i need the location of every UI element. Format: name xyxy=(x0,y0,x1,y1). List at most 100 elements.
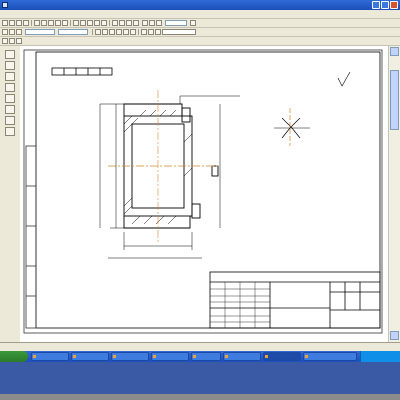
taskbar-item[interactable] xyxy=(223,352,261,361)
coordinate-x-field[interactable] xyxy=(25,29,55,35)
zoom-field[interactable] xyxy=(165,20,187,26)
scroll-up-icon[interactable] xyxy=(390,47,399,56)
properties-icon[interactable] xyxy=(112,20,118,26)
snap-icon[interactable] xyxy=(2,29,8,35)
print-icon[interactable] xyxy=(23,20,29,26)
title-block xyxy=(209,271,381,329)
toolbar-separator xyxy=(109,20,110,26)
window-icon xyxy=(113,355,116,358)
line-style-icon[interactable] xyxy=(95,29,101,35)
drawing-frame xyxy=(35,51,381,329)
taskbar-item[interactable] xyxy=(31,352,69,361)
dimensions-icon[interactable] xyxy=(5,61,15,70)
toolbar-separator xyxy=(31,20,32,26)
layers-icon[interactable] xyxy=(9,38,15,44)
zoom-window-icon[interactable] xyxy=(87,20,93,26)
taskbar-item[interactable] xyxy=(111,352,149,361)
menu-item[interactable] xyxy=(20,12,22,16)
menu-item[interactable] xyxy=(104,12,106,16)
menu-item[interactable] xyxy=(150,12,152,16)
text-icon[interactable] xyxy=(109,29,115,35)
menu-item[interactable] xyxy=(80,12,82,16)
undo-icon[interactable] xyxy=(55,20,61,26)
maximize-button[interactable] xyxy=(381,1,389,9)
taskbar-item[interactable] xyxy=(303,352,357,361)
layer-icon[interactable] xyxy=(142,20,148,26)
window-icon xyxy=(193,355,196,358)
dimension-icon[interactable] xyxy=(123,29,129,35)
select-icon[interactable] xyxy=(141,29,147,35)
associative-views-icon[interactable] xyxy=(5,127,15,136)
drawing-canvas[interactable] xyxy=(20,46,388,342)
menu-bar xyxy=(0,10,400,19)
open-folder-icon[interactable] xyxy=(9,20,15,26)
toolbar-separator xyxy=(92,29,93,35)
window-icon xyxy=(265,355,268,358)
redo-icon[interactable] xyxy=(62,20,68,26)
measurements-icon[interactable] xyxy=(5,105,15,114)
minimize-button[interactable] xyxy=(372,1,380,9)
coordinate-y-field[interactable] xyxy=(58,29,88,35)
paste-icon[interactable] xyxy=(48,20,54,26)
selection-icon[interactable] xyxy=(5,116,15,125)
manager-icon[interactable] xyxy=(126,20,132,26)
app-icon xyxy=(2,2,8,8)
copy-icon[interactable] xyxy=(41,20,47,26)
left-stamp-strip xyxy=(25,145,37,329)
style-icon[interactable] xyxy=(149,20,155,26)
parametrization-icon[interactable] xyxy=(5,94,15,103)
start-button[interactable] xyxy=(0,351,28,362)
menu-item[interactable] xyxy=(40,12,42,16)
scroll-down-icon[interactable] xyxy=(390,331,399,340)
cut-icon[interactable] xyxy=(34,20,40,26)
compact-panel xyxy=(0,46,21,342)
select-all-icon[interactable] xyxy=(148,29,154,35)
format-toolbar xyxy=(0,28,400,37)
view-icon[interactable] xyxy=(2,38,8,44)
grid-icon[interactable] xyxy=(190,20,196,26)
drawing-sheet xyxy=(23,49,383,334)
menu-item[interactable] xyxy=(2,12,4,16)
menu-item[interactable] xyxy=(214,12,216,16)
zoom-in-icon[interactable] xyxy=(73,20,79,26)
color-icon[interactable] xyxy=(156,20,162,26)
table-icon[interactable] xyxy=(116,29,122,35)
window-icon xyxy=(33,355,36,358)
refresh-icon[interactable] xyxy=(101,20,107,26)
measure-icon[interactable] xyxy=(130,29,136,35)
geometry-icon[interactable] xyxy=(5,50,15,59)
vertical-scrollbar[interactable] xyxy=(388,46,400,342)
designations-icon[interactable] xyxy=(5,72,15,81)
standard-toolbar xyxy=(0,19,400,28)
ortho-icon[interactable] xyxy=(9,29,15,35)
edit-icon[interactable] xyxy=(5,83,15,92)
menu-item[interactable] xyxy=(126,12,128,16)
save-icon[interactable] xyxy=(16,20,22,26)
close-button[interactable] xyxy=(390,1,398,9)
menu-item[interactable] xyxy=(172,12,174,16)
zoom-out-icon[interactable] xyxy=(80,20,86,26)
taskbar-item[interactable] xyxy=(151,352,189,361)
help-icon[interactable] xyxy=(133,20,139,26)
menu-item[interactable] xyxy=(58,12,60,16)
scroll-thumb[interactable] xyxy=(390,70,399,130)
window-title-bar xyxy=(0,0,400,10)
toolbar-separator xyxy=(138,29,139,35)
hatch-icon[interactable] xyxy=(102,29,108,35)
deselect-icon[interactable] xyxy=(155,29,161,35)
pan-icon[interactable] xyxy=(94,20,100,26)
window-icon xyxy=(153,355,156,358)
taskbar-item[interactable] xyxy=(71,352,109,361)
new-file-icon[interactable] xyxy=(2,20,8,26)
taskbar-item[interactable] xyxy=(191,352,221,361)
stamp-box xyxy=(51,67,113,76)
parameters-icon[interactable] xyxy=(16,38,22,44)
menu-item[interactable] xyxy=(194,12,196,16)
dimension-lines xyxy=(99,95,240,259)
window-icon xyxy=(73,355,76,358)
roughness-mark xyxy=(337,71,351,87)
coordinates-icon[interactable] xyxy=(16,29,22,35)
document-tab[interactable] xyxy=(162,29,196,35)
library-icon[interactable] xyxy=(119,20,125,26)
taskbar-item-active[interactable] xyxy=(263,352,301,361)
